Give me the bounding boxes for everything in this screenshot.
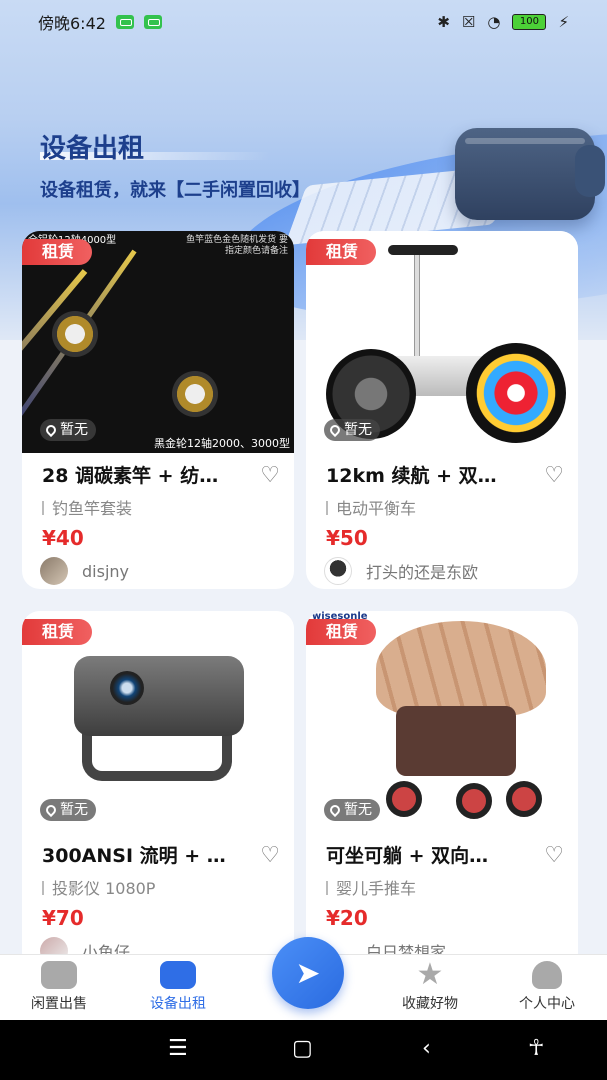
scooter-wheel-shape [466, 343, 566, 443]
page-title: 设备出租 [40, 134, 145, 164]
product-name: 12km 续航 + 双… [326, 465, 497, 487]
shopping-bag-icon [41, 961, 77, 989]
product-image[interactable]: 租赁 暂无 [22, 611, 294, 833]
bluetooth-icon: ✱ [437, 13, 450, 31]
location-pin-icon [327, 422, 343, 438]
wifi-icon: ◔ [487, 13, 501, 31]
tab-idle-sale[interactable]: 闲置出售 [4, 961, 114, 1013]
tab-label: 闲置出售 [31, 996, 87, 1012]
menu-icon[interactable]: ☰ [168, 1036, 188, 1061]
location-label: 暂无 [344, 802, 372, 818]
publish-button[interactable]: ➤ [272, 937, 344, 1009]
seller-info: 打头的还是东欧 [324, 557, 478, 585]
back-icon[interactable]: ‹ [422, 1036, 431, 1061]
product-card[interactable]: 租赁 暂无 12km 续航 + 双… ♡ 电动平衡车 ¥50 打头的还是东欧 [306, 231, 578, 589]
product-category: 婴儿手推车 [326, 875, 416, 899]
product-card[interactable]: 租赁 暂无 300ANSI 流明 + … ♡ 投影仪 1080P ¥70 小鱼仔 [22, 611, 294, 971]
stroller-wheel-shape [456, 783, 492, 819]
location-label: 暂无 [60, 802, 88, 818]
location-badge: 暂无 [324, 799, 380, 821]
tab-label: 设备出租 [150, 996, 206, 1012]
location-badge: 暂无 [40, 799, 96, 821]
rent-tag: 租赁 [22, 619, 93, 645]
favorite-heart-icon[interactable]: ♡ [544, 463, 564, 488]
avatar [324, 557, 352, 585]
status-bar: 傍晚6:42 ✱ ☒ ◔ 100 ⚡ [0, 0, 607, 44]
seller-name: 打头的还是东欧 [366, 563, 479, 582]
product-category: 投影仪 1080P [42, 875, 155, 899]
seller-info: disjny [40, 557, 129, 585]
location-pin-icon [43, 802, 59, 818]
favorite-heart-icon[interactable]: ♡ [544, 843, 564, 868]
location-pin-icon [43, 422, 59, 438]
tab-label: 个人中心 [519, 996, 575, 1012]
scooter-handle-shape [388, 245, 458, 255]
location-badge: 暂无 [324, 419, 380, 441]
product-price: ¥70 [42, 906, 84, 930]
product-name: 300ANSI 流明 + … [42, 845, 226, 867]
product-image[interactable]: 全铝轮12轴4000型 鱼竿蓝色金色随机发货 要指定颜色请备注 黑金轮12轴20… [22, 231, 294, 453]
location-label: 暂无 [344, 422, 372, 438]
rent-tag: 租赁 [306, 239, 377, 265]
speaker-illustration [455, 128, 595, 220]
reel-shape [172, 371, 218, 417]
person-icon [532, 961, 562, 989]
battery-icon: 100 [512, 14, 547, 30]
location-label: 暂无 [60, 422, 88, 438]
product-name: 28 调碳素竿 + 纺… [42, 465, 219, 487]
reel-shape [52, 311, 98, 357]
tab-profile[interactable]: 个人中心 [492, 961, 602, 1013]
product-name: 可坐可躺 + 双向… [326, 845, 489, 867]
rent-tag: 租赁 [22, 239, 93, 265]
favorite-heart-icon[interactable]: ♡ [260, 843, 280, 868]
seller-name: disjny [82, 561, 129, 581]
sim-off-icon: ☒ [461, 13, 476, 31]
charging-icon: ⚡ [558, 13, 569, 31]
mouse-illustration [575, 145, 605, 197]
notification-icon [115, 15, 134, 29]
star-icon: ★ [416, 957, 444, 992]
projector-body-shape [74, 656, 244, 736]
location-badge: 暂无 [40, 419, 96, 441]
stroller-wheel-shape [506, 781, 542, 817]
stroller-hood-shape [376, 621, 546, 716]
stroller-seat-shape [396, 706, 516, 776]
product-card[interactable]: 全铝轮12轴4000型 鱼竿蓝色金色随机发货 要指定颜色请备注 黑金轮12轴20… [22, 231, 294, 589]
projector-stand-shape [82, 731, 232, 781]
projector-lens-shape [110, 671, 144, 705]
product-price: ¥40 [42, 526, 84, 550]
home-icon[interactable]: ▢ [292, 1036, 313, 1061]
send-icon: ➤ [295, 955, 321, 991]
page-subtitle: 设备租赁，就来【二手闲置回收】 [40, 180, 310, 201]
notification-icon [143, 15, 162, 29]
product-category: 电动平衡车 [326, 495, 416, 519]
rent-tag: 租赁 [306, 619, 377, 645]
product-card[interactable]: wisesonle 租赁 暂无 可坐可躺 + 双向… ♡ 婴儿手推车 ¥20 白… [306, 611, 578, 971]
status-time: 傍晚6:42 [38, 14, 106, 33]
avatar [40, 557, 68, 585]
stroller-wheel-shape [386, 781, 422, 817]
rental-icon [160, 961, 196, 989]
tab-equipment-rental[interactable]: 设备出租 [123, 961, 233, 1013]
scooter-stem-shape [414, 249, 420, 364]
product-image[interactable]: wisesonle 租赁 暂无 [306, 611, 578, 833]
image-caption: 黑金轮12轴2000、3000型 [154, 437, 290, 450]
product-image[interactable]: 租赁 暂无 [306, 231, 578, 453]
tab-favorites[interactable]: ★ 收藏好物 [375, 957, 485, 1013]
accessibility-icon[interactable]: ☥ [528, 1036, 544, 1061]
location-pin-icon [327, 802, 343, 818]
product-price: ¥20 [326, 906, 368, 930]
favorite-heart-icon[interactable]: ♡ [260, 463, 280, 488]
system-nav-bar: ☰ ▢ ‹ ☥ [0, 1020, 607, 1080]
image-caption: 鱼竿蓝色金色随机发货 要指定颜色请备注 [186, 235, 288, 256]
product-category: 钓鱼竿套装 [42, 495, 132, 519]
tab-label: 收藏好物 [402, 996, 458, 1012]
product-price: ¥50 [326, 526, 368, 550]
